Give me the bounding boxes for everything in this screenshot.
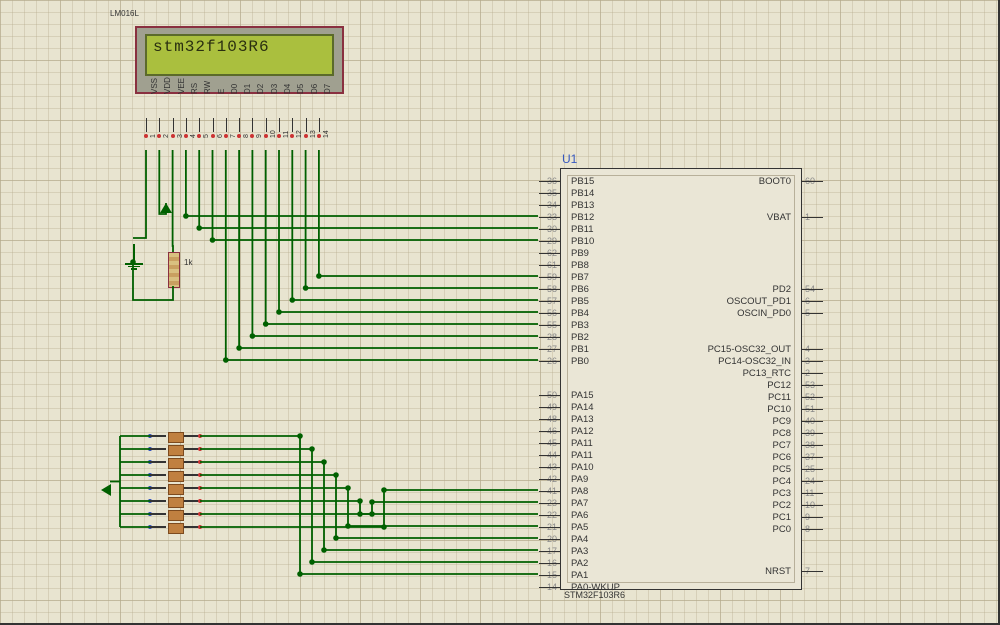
- viewport-border: [0, 0, 1000, 625]
- schematic-canvas[interactable]: { "lcd": { "part": "LM016L", "text": "st…: [0, 0, 1000, 625]
